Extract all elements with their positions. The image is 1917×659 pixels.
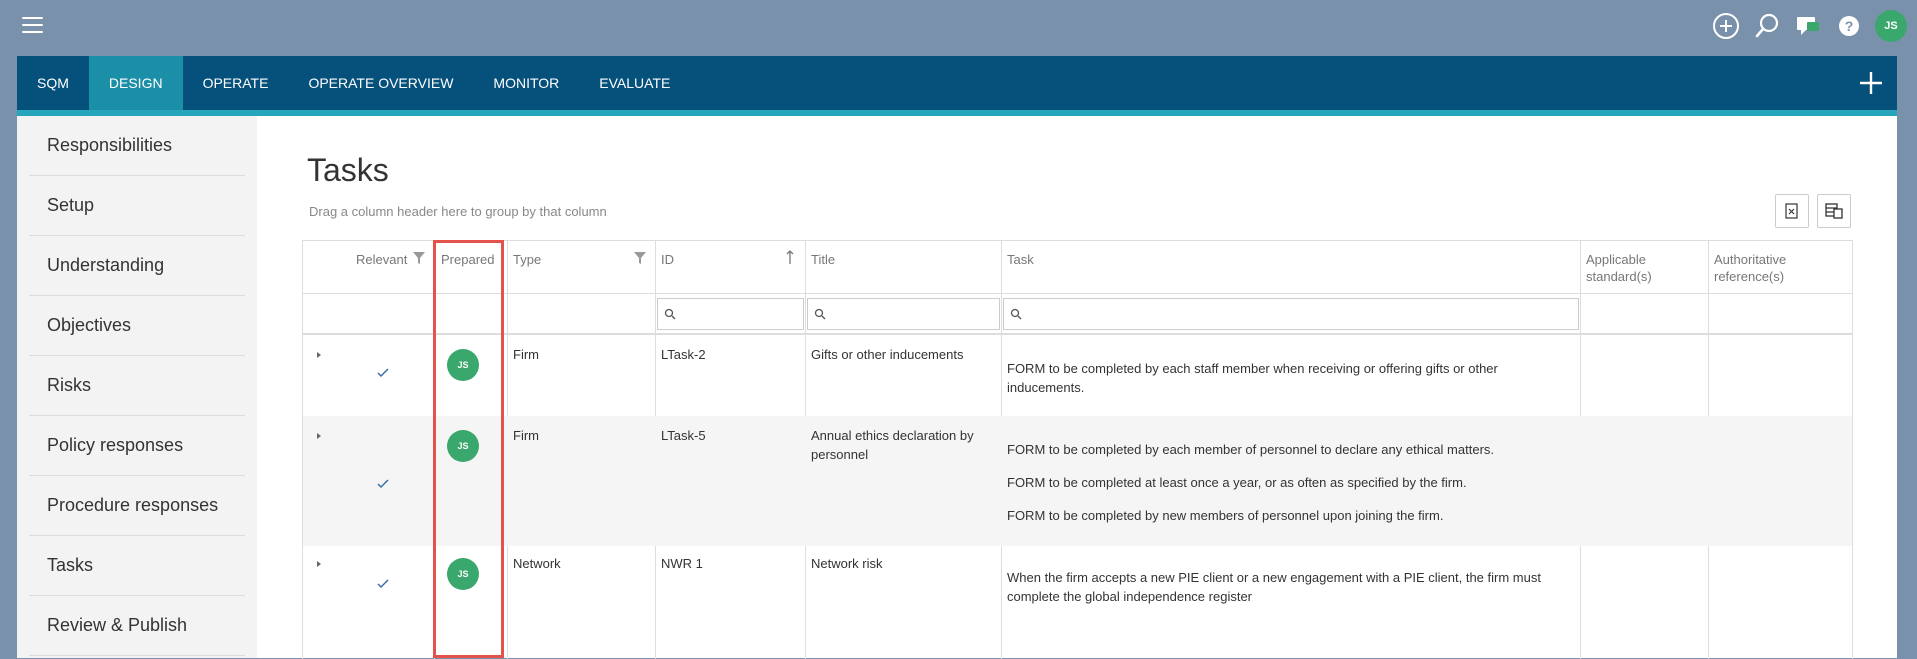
- task-filter[interactable]: [1003, 298, 1579, 330]
- tab-operate[interactable]: OPERATE: [183, 56, 289, 110]
- id-cell: NWR 1: [661, 556, 703, 571]
- title-cell: Gifts or other inducements: [811, 347, 964, 362]
- help-icon[interactable]: ?: [1834, 11, 1864, 41]
- sidebar-item-policy-responses[interactable]: Policy responses: [29, 416, 245, 476]
- header-applicable-standards[interactable]: Applicable standard(s): [1586, 251, 1652, 285]
- grid-filter-row: [303, 293, 1852, 335]
- prepared-avatar: JS: [447, 430, 479, 462]
- header-authoritative-line1: Authoritative: [1714, 252, 1787, 267]
- filter-icon[interactable]: [633, 251, 647, 270]
- tasks-grid: Relevant Prepared Type ID Title Task App…: [302, 240, 1853, 659]
- task-text: FORM to be completed by each staff membe…: [1007, 361, 1498, 395]
- id-cell: LTask-5: [661, 428, 706, 443]
- page-title: Tasks: [307, 152, 389, 188]
- title-cell: Network risk: [811, 556, 883, 571]
- search-icon[interactable]: [1752, 11, 1782, 41]
- sidebar-item-review-publish[interactable]: Review & Publish: [29, 596, 245, 656]
- main-nav: SQM DESIGN OPERATE OPERATE OVERVIEW MONI…: [17, 56, 1897, 116]
- title-cell: Annual ethics declaration by personnel: [811, 428, 974, 462]
- title-filter[interactable]: [807, 298, 1000, 330]
- sidebar: Responsibilities Setup Understanding Obj…: [17, 116, 258, 658]
- menu-icon[interactable]: [22, 17, 43, 33]
- header-authoritative-line2: reference(s): [1714, 269, 1785, 284]
- table-row[interactable]: JS Firm LTask-2 Gifts or other inducemen…: [303, 335, 1852, 416]
- expand-row-icon[interactable]: [315, 428, 323, 446]
- filter-icon[interactable]: [412, 251, 426, 270]
- columns-icon: [1825, 203, 1843, 219]
- top-bar: ? JS: [0, 0, 1917, 52]
- type-cell: Network: [513, 556, 561, 571]
- id-cell: LTask-2: [661, 347, 706, 362]
- export-excel-button[interactable]: [1775, 194, 1809, 228]
- search-icon: [664, 308, 676, 320]
- type-cell: Firm: [513, 428, 539, 443]
- task-text: FORM to be completed by new members of p…: [1007, 508, 1444, 523]
- task-cell: FORM to be completed by each member of p…: [1007, 440, 1567, 539]
- prepared-avatar: JS: [447, 558, 479, 590]
- task-text: FORM to be completed at least once a yea…: [1007, 475, 1467, 490]
- task-cell: FORM to be completed by each staff membe…: [1007, 359, 1547, 411]
- sidebar-item-responsibilities[interactable]: Responsibilities: [29, 116, 245, 176]
- tab-evaluate[interactable]: EVALUATE: [579, 56, 690, 110]
- id-filter-input[interactable]: [678, 301, 801, 329]
- header-applicable-line1: Applicable: [1586, 252, 1646, 267]
- plus-icon[interactable]: [1857, 69, 1885, 97]
- relevant-check-icon: [377, 365, 389, 383]
- tab-sqm[interactable]: SQM: [17, 56, 89, 110]
- sidebar-item-risks[interactable]: Risks: [29, 356, 245, 416]
- search-icon: [1010, 308, 1022, 320]
- task-text: FORM to be completed by each member of p…: [1007, 442, 1495, 457]
- id-filter[interactable]: [657, 298, 804, 330]
- expand-row-icon[interactable]: [315, 556, 323, 574]
- export-icon: [1785, 203, 1798, 219]
- task-text: When the firm accepts a new PIE client o…: [1007, 570, 1541, 604]
- table-row[interactable]: JS Network NWR 1 Network risk When the f…: [303, 546, 1852, 659]
- sort-ascending-icon[interactable]: [785, 249, 795, 270]
- chat-icon[interactable]: [1793, 11, 1823, 41]
- task-cell: When the firm accepts a new PIE client o…: [1007, 568, 1567, 620]
- task-filter-input[interactable]: [1024, 301, 1576, 329]
- header-id[interactable]: ID: [661, 251, 674, 268]
- header-task[interactable]: Task: [1007, 251, 1034, 268]
- relevant-check-icon: [377, 476, 389, 494]
- header-applicable-line2: standard(s): [1586, 269, 1652, 284]
- grid-header: Relevant Prepared Type ID Title Task App…: [303, 241, 1852, 294]
- header-relevant[interactable]: Relevant: [356, 251, 407, 268]
- type-cell: Firm: [513, 347, 539, 362]
- expand-row-icon[interactable]: [315, 347, 323, 365]
- add-circle-icon[interactable]: [1711, 11, 1741, 41]
- tab-design[interactable]: DESIGN: [88, 56, 183, 110]
- column-chooser-button[interactable]: [1817, 194, 1851, 228]
- header-type[interactable]: Type: [513, 251, 541, 268]
- tab-operate-overview[interactable]: OPERATE OVERVIEW: [288, 56, 473, 110]
- prepared-avatar: JS: [447, 349, 479, 381]
- header-authoritative-references[interactable]: Authoritative reference(s): [1714, 251, 1786, 285]
- group-by-hint: Drag a column header here to group by th…: [309, 204, 607, 219]
- main-content: Tasks Drag a column header here to group…: [257, 116, 1897, 659]
- search-icon: [814, 308, 826, 320]
- sidebar-item-tasks[interactable]: Tasks: [29, 536, 245, 596]
- header-prepared[interactable]: Prepared: [441, 251, 494, 268]
- table-row[interactable]: JS Firm LTask-5 Annual ethics declaratio…: [303, 416, 1852, 546]
- sidebar-item-procedure-responses[interactable]: Procedure responses: [29, 476, 245, 536]
- svg-text:?: ?: [1845, 18, 1854, 34]
- sidebar-item-understanding[interactable]: Understanding: [29, 236, 245, 296]
- relevant-check-icon: [377, 576, 389, 594]
- title-filter-input[interactable]: [828, 301, 997, 329]
- sidebar-item-objectives[interactable]: Objectives: [29, 296, 245, 356]
- sidebar-item-setup[interactable]: Setup: [29, 176, 245, 236]
- tab-monitor[interactable]: MONITOR: [473, 56, 579, 110]
- header-title[interactable]: Title: [811, 251, 835, 268]
- user-avatar[interactable]: JS: [1875, 10, 1907, 42]
